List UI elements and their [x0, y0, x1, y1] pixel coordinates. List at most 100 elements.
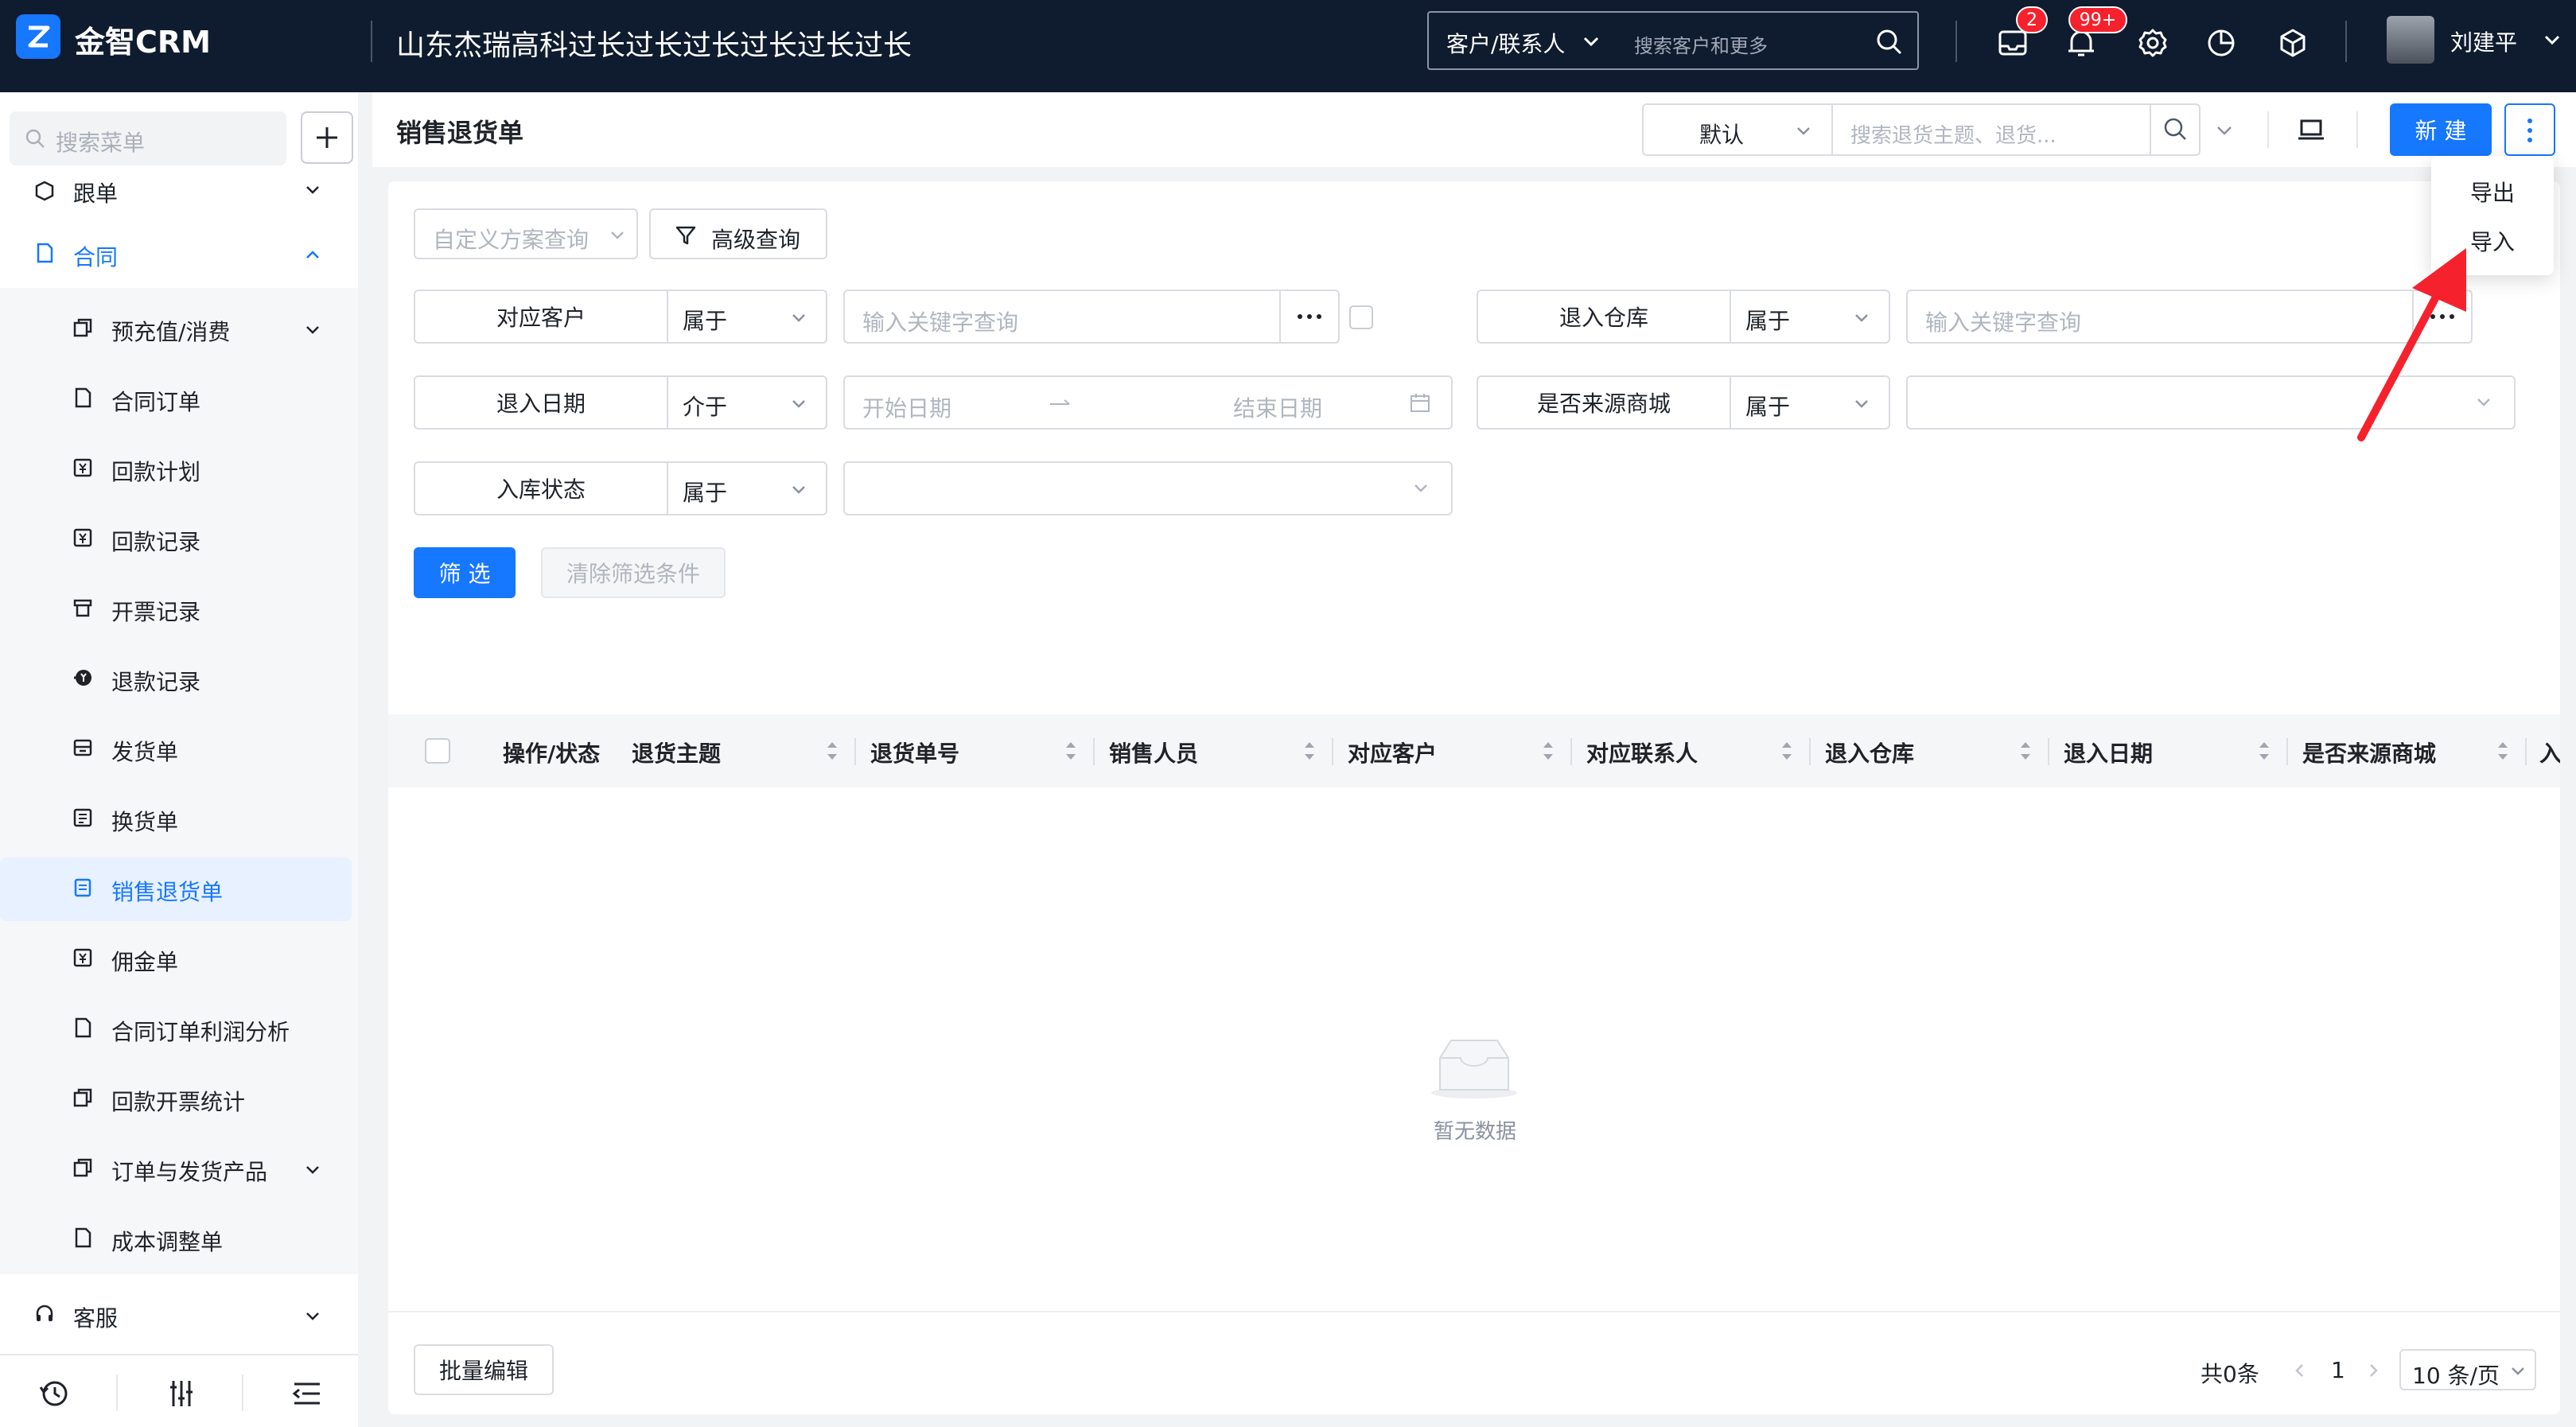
column-header[interactable]: 对应联系人 — [1586, 737, 1698, 768]
sidebar-item-commission[interactable]: 佣金单 — [0, 927, 352, 991]
doc-icon — [37, 243, 53, 263]
more-actions-button[interactable] — [2504, 103, 2555, 156]
page-size-select[interactable]: 10 条/页 — [2399, 1349, 2536, 1390]
sidebar-item-label: 预充值/消费 — [111, 319, 231, 345]
add-menu-button[interactable] — [301, 111, 353, 164]
sort-icon[interactable] — [1063, 738, 1079, 764]
filter-operator-select[interactable]: 介于 — [683, 390, 727, 422]
end-date-input[interactable]: 结束日期 — [1233, 391, 1322, 423]
sidebar-item-profit-analysis[interactable]: 合同订单利润分析 — [0, 997, 352, 1061]
chevron-down-icon — [306, 186, 319, 194]
sidebar-item-label: 发货单 — [111, 739, 179, 765]
sidebar-item-invoice-record[interactable]: 开票记录 — [0, 577, 352, 641]
global-search[interactable]: 客户/联系人 搜索客户和更多 — [1427, 11, 1919, 70]
sidebar-item-sales-return[interactable]: 销售退货单 — [0, 857, 352, 921]
column-header[interactable]: 入 — [2539, 737, 2560, 768]
settings-sliders-icon[interactable] — [164, 1376, 199, 1411]
menu-search-input[interactable]: 搜索菜单 — [10, 111, 286, 165]
truck-icon — [73, 739, 92, 756]
global-search-input[interactable]: 搜索客户和更多 — [1634, 30, 1768, 58]
sort-icon[interactable] — [2256, 738, 2272, 764]
filter-checkbox[interactable] — [1349, 305, 1373, 329]
copy-icon — [73, 1088, 92, 1107]
sidebar-group-followup[interactable]: 跟单 — [0, 169, 358, 208]
batch-edit-button[interactable]: 批量编辑 — [414, 1344, 554, 1395]
sidebar-item-prepaid[interactable]: 预充值/消费 — [0, 297, 352, 361]
chevron-down-icon[interactable] — [2213, 119, 2236, 142]
gear-icon[interactable] — [2135, 25, 2170, 60]
sort-icon[interactable] — [824, 738, 840, 764]
chart-pie-icon[interactable] — [2204, 25, 2239, 60]
chevron-down-icon[interactable] — [2541, 29, 2563, 51]
divider — [2267, 111, 2269, 148]
chevron-right-icon[interactable] — [2364, 1362, 2382, 1379]
sidebar-item-order-products[interactable]: 订单与发货产品 — [0, 1137, 352, 1201]
start-date-input[interactable]: 开始日期 — [862, 391, 951, 423]
doc-icon — [75, 1227, 91, 1248]
column-divider[interactable] — [1332, 738, 1333, 765]
filter-button[interactable]: 筛 选 — [414, 547, 516, 598]
column-header[interactable]: 退货单号 — [870, 737, 959, 768]
list-search-button[interactable] — [2150, 103, 2200, 156]
column-divider[interactable] — [2525, 738, 2527, 765]
sidebar-item-exchange[interactable]: 换货单 — [0, 787, 352, 851]
sidebar-item-refund-record[interactable]: 退款记录 — [0, 647, 352, 711]
company-name[interactable]: 山东杰瑞高科过长过长过长过长过长过长 — [396, 22, 912, 64]
filter-field-name: 退入仓库 — [1478, 291, 1731, 342]
sidebar-item-payment-record[interactable]: 回款记录 — [0, 507, 352, 571]
cube-icon[interactable] — [2275, 25, 2310, 60]
column-header[interactable]: 是否来源商城 — [2302, 737, 2436, 768]
stock-status-select[interactable] — [843, 461, 1453, 515]
avatar[interactable] — [2387, 16, 2434, 64]
sort-icon[interactable] — [1302, 738, 1317, 764]
customer-more-button[interactable] — [1279, 290, 1340, 344]
sidebar-item-label: 回款开票统计 — [111, 1089, 246, 1115]
sidebar-item-delivery[interactable]: 发货单 — [0, 717, 352, 781]
date-range-picker[interactable]: 开始日期 结束日期 — [843, 375, 1453, 430]
list-search-input[interactable]: 搜索退货主题、退货... — [1831, 103, 2151, 156]
sort-icon[interactable] — [1540, 738, 1556, 764]
column-divider[interactable] — [2286, 738, 2288, 765]
view-select[interactable]: 默认 — [1642, 103, 1833, 156]
chevron-left-icon[interactable] — [2291, 1362, 2309, 1379]
column-header[interactable]: 对应客户 — [1348, 737, 1437, 768]
logo-icon[interactable] — [16, 14, 60, 59]
annotation-arrow-icon — [2357, 248, 2466, 441]
column-header[interactable]: 退货主题 — [632, 737, 721, 768]
filter-operator-select[interactable]: 属于 — [1745, 304, 1790, 336]
new-button[interactable]: 新 建 — [2390, 103, 2492, 156]
user-name[interactable]: 刘建平 — [2450, 25, 2517, 57]
sidebar-item-cost-adjust[interactable]: 成本调整单 — [0, 1207, 352, 1271]
custom-scheme-select[interactable]: 自定义方案查询 — [414, 208, 638, 259]
sort-icon[interactable] — [2495, 738, 2511, 764]
sidebar-group-service[interactable]: 客服 — [0, 1285, 358, 1346]
advanced-query-button[interactable]: 高级查询 — [649, 208, 827, 259]
column-divider[interactable] — [1570, 738, 1572, 765]
column-header[interactable]: 退入仓库 — [1825, 737, 1914, 768]
column-divider[interactable] — [1809, 738, 1811, 765]
column-divider[interactable] — [854, 738, 856, 765]
sidebar-item-contract-order[interactable]: 合同订单 — [0, 367, 352, 431]
laptop-icon[interactable] — [2296, 115, 2326, 145]
sidebar-group-contract[interactable]: 合同 — [0, 224, 358, 285]
customer-keyword-input[interactable]: 输入关键字查询 — [843, 290, 1340, 344]
menu-item-export[interactable]: 导出 — [2431, 167, 2554, 216]
filter-operator-select[interactable]: 属于 — [1745, 390, 1790, 422]
history-icon[interactable] — [37, 1376, 72, 1411]
sort-icon[interactable] — [1779, 738, 1795, 764]
filter-operator-select[interactable]: 属于 — [683, 304, 727, 336]
clear-filter-button[interactable]: 清除筛选条件 — [541, 547, 726, 598]
collapse-menu-icon[interactable] — [290, 1376, 325, 1411]
search-scope-select[interactable]: 客户/联系人 — [1446, 27, 1565, 59]
column-divider[interactable] — [1093, 738, 1095, 765]
sort-icon[interactable] — [2018, 738, 2033, 764]
sidebar-item-payment-invoice-stats[interactable]: 回款开票统计 — [0, 1067, 352, 1131]
current-page[interactable]: 1 — [2331, 1357, 2345, 1383]
select-all-checkbox[interactable] — [425, 738, 450, 764]
filter-operator-select[interactable]: 属于 — [683, 476, 727, 507]
column-header[interactable]: 退入日期 — [2064, 737, 2153, 768]
column-header[interactable]: 销售人员 — [1109, 737, 1198, 768]
search-icon[interactable] — [1874, 27, 1905, 57]
column-divider[interactable] — [2048, 738, 2049, 765]
sidebar-item-payment-plan[interactable]: 回款计划 — [0, 437, 352, 501]
